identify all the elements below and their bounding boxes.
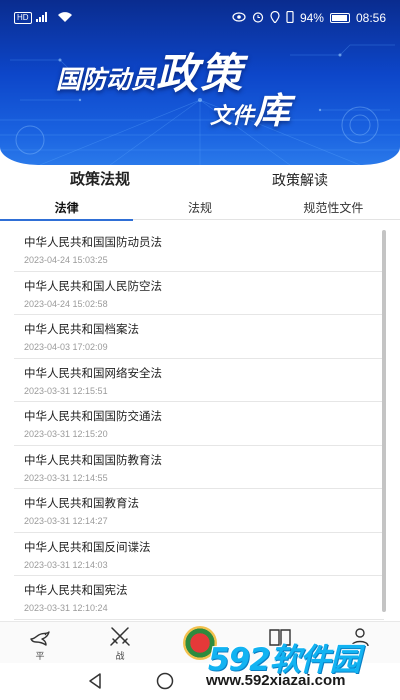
subtab-normative-documents[interactable]: 规范性文件 (267, 198, 400, 219)
tab-policy-regulations[interactable]: 政策法规 (0, 166, 200, 194)
crossed-swords-icon (110, 627, 130, 646)
item-title: 中华人民共和国档案法 (24, 324, 139, 336)
list-item[interactable]: 中华人民共和国教育法 2023-03-31 12:14:27 (14, 489, 384, 533)
item-timestamp: 2023-03-31 12:15:20 (24, 429, 108, 439)
sub-tabs: 法律 法规 规范性文件 (0, 198, 400, 221)
battery-percent: 94% (299, 11, 324, 25)
watermark: 592软件园 www.592xiazai.com (200, 634, 400, 700)
dove-icon (30, 631, 50, 646)
alarm-icon (252, 11, 264, 26)
banner-title-small: 国防动员 (56, 65, 157, 94)
list-item[interactable]: 中华人民共和国国防教育法 2023-03-31 12:14:55 (14, 446, 384, 489)
law-list: 中华人民共和国国防动员法 2023-04-24 15:03:25 中华人民共和国… (14, 228, 384, 620)
item-title: 中华人民共和国网络安全法 (24, 367, 162, 380)
item-timestamp: 2023-03-31 12:14:03 (24, 559, 108, 570)
subtab-regulations[interactable]: 法规 (133, 198, 266, 219)
home-circle-icon[interactable] (156, 672, 174, 690)
nav-item-peace[interactable]: 平 (0, 622, 80, 663)
list-item[interactable]: 中华人民共和国网络安全法 2023-03-31 12:15:51 (14, 359, 384, 402)
list-item[interactable]: 中华人民共和国国防动员法 2023-04-24 15:03:25 (14, 228, 384, 272)
nav-item-war[interactable]: 战 (80, 622, 160, 663)
eye-icon (232, 11, 246, 25)
item-title: 中华人民共和国国防教育法 (24, 454, 162, 467)
item-timestamp: 2023-03-31 12:14:27 (24, 516, 108, 526)
watermark-url: www.592xiazai.com (206, 672, 346, 689)
item-timestamp: 2023-04-24 15:02:58 (24, 298, 108, 309)
list-item[interactable]: 中华人民共和国宪法 2023-03-31 12:10:24 (14, 576, 384, 620)
item-timestamp: 2023-03-31 12:14:55 (24, 472, 108, 483)
main-tabs: 政策法规 政策解读 (0, 166, 400, 194)
item-title: 中华人民共和国人民防空法 (24, 280, 162, 293)
list-item[interactable]: 中华人民共和国档案法 2023-04-03 17:02:09 (14, 315, 384, 359)
item-timestamp: 2023-04-03 17:02:09 (24, 342, 108, 352)
status-bar-right: 94% 08:56 (232, 10, 386, 26)
vibrate-icon (286, 10, 294, 26)
nav-label-war: 战 (115, 651, 125, 661)
banner-title-line-2: 文件库 (210, 82, 290, 134)
item-title: 中华人民共和国国防动员法 (24, 237, 162, 249)
clock-time: 08:56 (355, 11, 386, 25)
list-item[interactable]: 中华人民共和国人民防空法 2023-04-24 15:02:58 (14, 272, 384, 315)
item-title: 中华人民共和国反间谍法 (24, 541, 151, 554)
item-timestamp: 2023-03-31 12:10:24 (24, 603, 108, 613)
signal-icon (35, 12, 54, 24)
banner-subtitle-small: 文件 (210, 104, 255, 129)
tab-policy-interpretation[interactable]: 政策解读 (200, 166, 400, 194)
status-bar-left: HD (14, 12, 72, 24)
battery-icon (329, 13, 350, 23)
location-icon (270, 10, 280, 26)
header-banner: HD 94% 08:56 国防动员政策 文件库 (0, 0, 400, 165)
item-title: 中华人民共和国教育法 (24, 498, 139, 510)
banner-subtitle-big: 库 (254, 91, 291, 132)
list-item[interactable]: 中华人民共和国国防交通法 2023-03-31 12:15:20 (14, 402, 384, 446)
status-bar: HD 94% 08:56 (0, 0, 400, 36)
list-scrollbar[interactable] (382, 230, 386, 612)
item-timestamp: 2023-04-24 15:03:25 (24, 255, 108, 265)
hd-icon: HD (14, 12, 32, 24)
list-item[interactable]: 中华人民共和国反间谍法 2023-03-31 12:14:03 (14, 533, 384, 576)
item-title: 中华人民共和国宪法 (24, 585, 128, 597)
item-timestamp: 2023-03-31 12:15:51 (24, 385, 108, 396)
back-triangle-icon[interactable] (88, 673, 102, 689)
item-title: 中华人民共和国国防交通法 (24, 411, 162, 423)
subtab-laws[interactable]: 法律 (0, 198, 134, 221)
nav-label-peace: 平 (35, 651, 45, 661)
wifi-icon (57, 12, 72, 24)
